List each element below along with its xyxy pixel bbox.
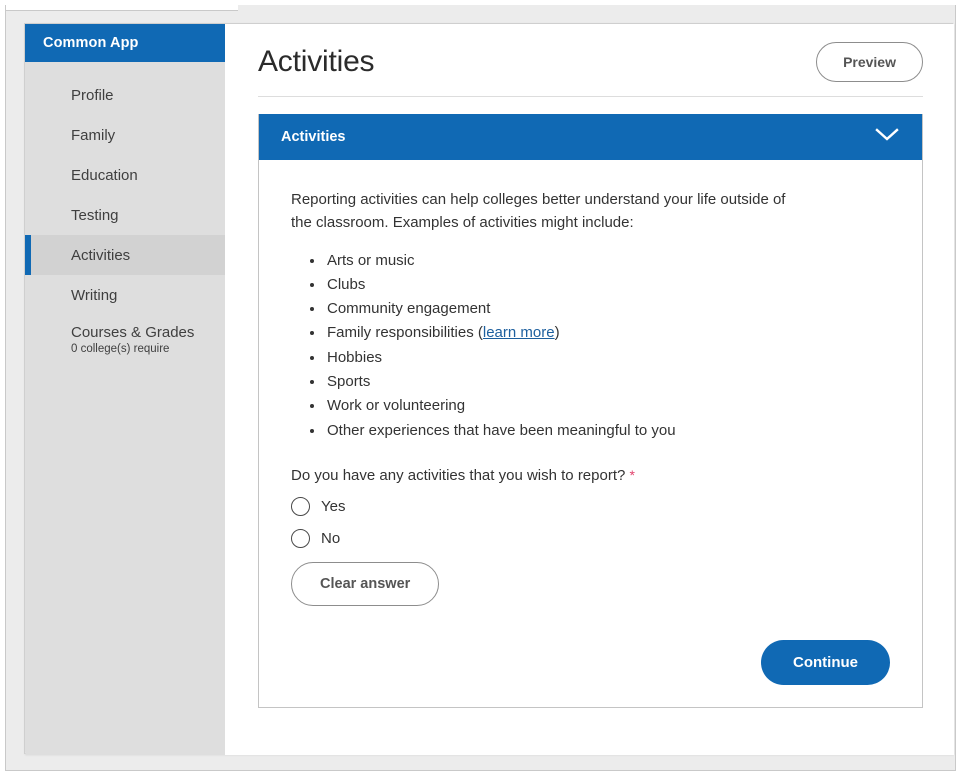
list-item: Sports — [325, 370, 890, 394]
browser-frame: Common App Profile Family Education Test… — [5, 5, 956, 771]
sidebar-item-testing[interactable]: Testing — [25, 195, 225, 235]
clear-answer-button[interactable]: Clear answer — [291, 562, 439, 606]
radio-option-label: No — [321, 530, 340, 547]
list-item-text: Work or volunteering — [327, 397, 465, 414]
clear-answer-row: Clear answer — [291, 548, 890, 606]
question-label: Do you have any activities that you wish… — [291, 467, 890, 484]
sidebar-item-family[interactable]: Family — [25, 115, 225, 155]
list-item: Family responsibilities (learn more) — [325, 321, 890, 345]
list-item-text: Community engagement — [327, 300, 490, 317]
question-text: Do you have any activities that you wish… — [291, 467, 625, 484]
sidebar-item-label: Writing — [71, 287, 117, 304]
content-panel: Common App Profile Family Education Test… — [24, 23, 953, 754]
sidebar-item-courses-grades[interactable]: Courses & Grades 0 college(s) require — [25, 315, 225, 361]
list-item: Clubs — [325, 273, 890, 297]
list-item-text: Arts or music — [327, 252, 415, 269]
sidebar-item-education[interactable]: Education — [25, 155, 225, 195]
radio-circle-icon[interactable] — [291, 529, 310, 548]
intro-paragraph: Reporting activities can help colleges b… — [291, 188, 801, 235]
sidebar-item-label: Testing — [71, 207, 119, 224]
examples-list: Arts or music Clubs Community engagement… — [291, 249, 890, 443]
radio-option-label: Yes — [321, 498, 345, 515]
continue-button[interactable]: Continue — [761, 640, 890, 685]
list-item: Work or volunteering — [325, 394, 890, 418]
main-content: Activities Preview Activities Reporting … — [225, 24, 954, 755]
list-item: Community engagement — [325, 297, 890, 321]
preview-button[interactable]: Preview — [816, 42, 923, 82]
sidebar-item-writing[interactable]: Writing — [25, 275, 225, 315]
sidebar: Common App Profile Family Education Test… — [25, 24, 225, 755]
sidebar-header: Common App — [25, 24, 225, 62]
card-footer: Continue — [259, 640, 922, 707]
sidebar-nav-list: Profile Family Education Testing Activit… — [25, 62, 225, 361]
sidebar-item-label: Profile — [71, 87, 114, 104]
section-header-title: Activities — [281, 129, 345, 145]
sidebar-item-label: Family — [71, 127, 115, 144]
activities-section-body: Reporting activities can help colleges b… — [259, 160, 922, 640]
sidebar-item-activities[interactable]: Activities — [25, 235, 225, 275]
page-header: Activities Preview — [258, 42, 923, 97]
page-title: Activities — [258, 45, 374, 79]
sidebar-item-label: Courses & Grades — [71, 324, 194, 341]
sidebar-item-label: Education — [71, 167, 138, 184]
radio-option-no[interactable]: No — [291, 529, 890, 548]
window-tab-strip — [6, 5, 238, 11]
list-item-text: Sports — [327, 373, 370, 390]
list-item-suffix: ) — [555, 324, 560, 341]
list-item-text: Other experiences that have been meaning… — [327, 422, 676, 439]
list-item: Arts or music — [325, 249, 890, 273]
list-item-text: Clubs — [327, 276, 365, 293]
list-item-text: Family responsibilities ( — [327, 324, 483, 341]
app-brand-label: Common App — [43, 35, 139, 51]
list-item-text: Hobbies — [327, 349, 382, 366]
activities-section-header[interactable]: Activities — [259, 114, 922, 160]
required-asterisk: * — [630, 467, 635, 483]
sidebar-item-profile[interactable]: Profile — [25, 75, 225, 115]
activities-section-card: Activities Reporting activities can help… — [258, 114, 923, 708]
chevron-down-icon[interactable] — [874, 127, 900, 148]
sidebar-item-sublabel: 0 college(s) require — [71, 343, 169, 355]
radio-circle-icon[interactable] — [291, 497, 310, 516]
list-item: Other experiences that have been meaning… — [325, 419, 890, 443]
learn-more-link[interactable]: learn more — [483, 324, 555, 341]
radio-option-yes[interactable]: Yes — [291, 497, 890, 516]
active-indicator-bar — [25, 235, 31, 275]
sidebar-item-label: Activities — [71, 247, 130, 264]
list-item: Hobbies — [325, 346, 890, 370]
